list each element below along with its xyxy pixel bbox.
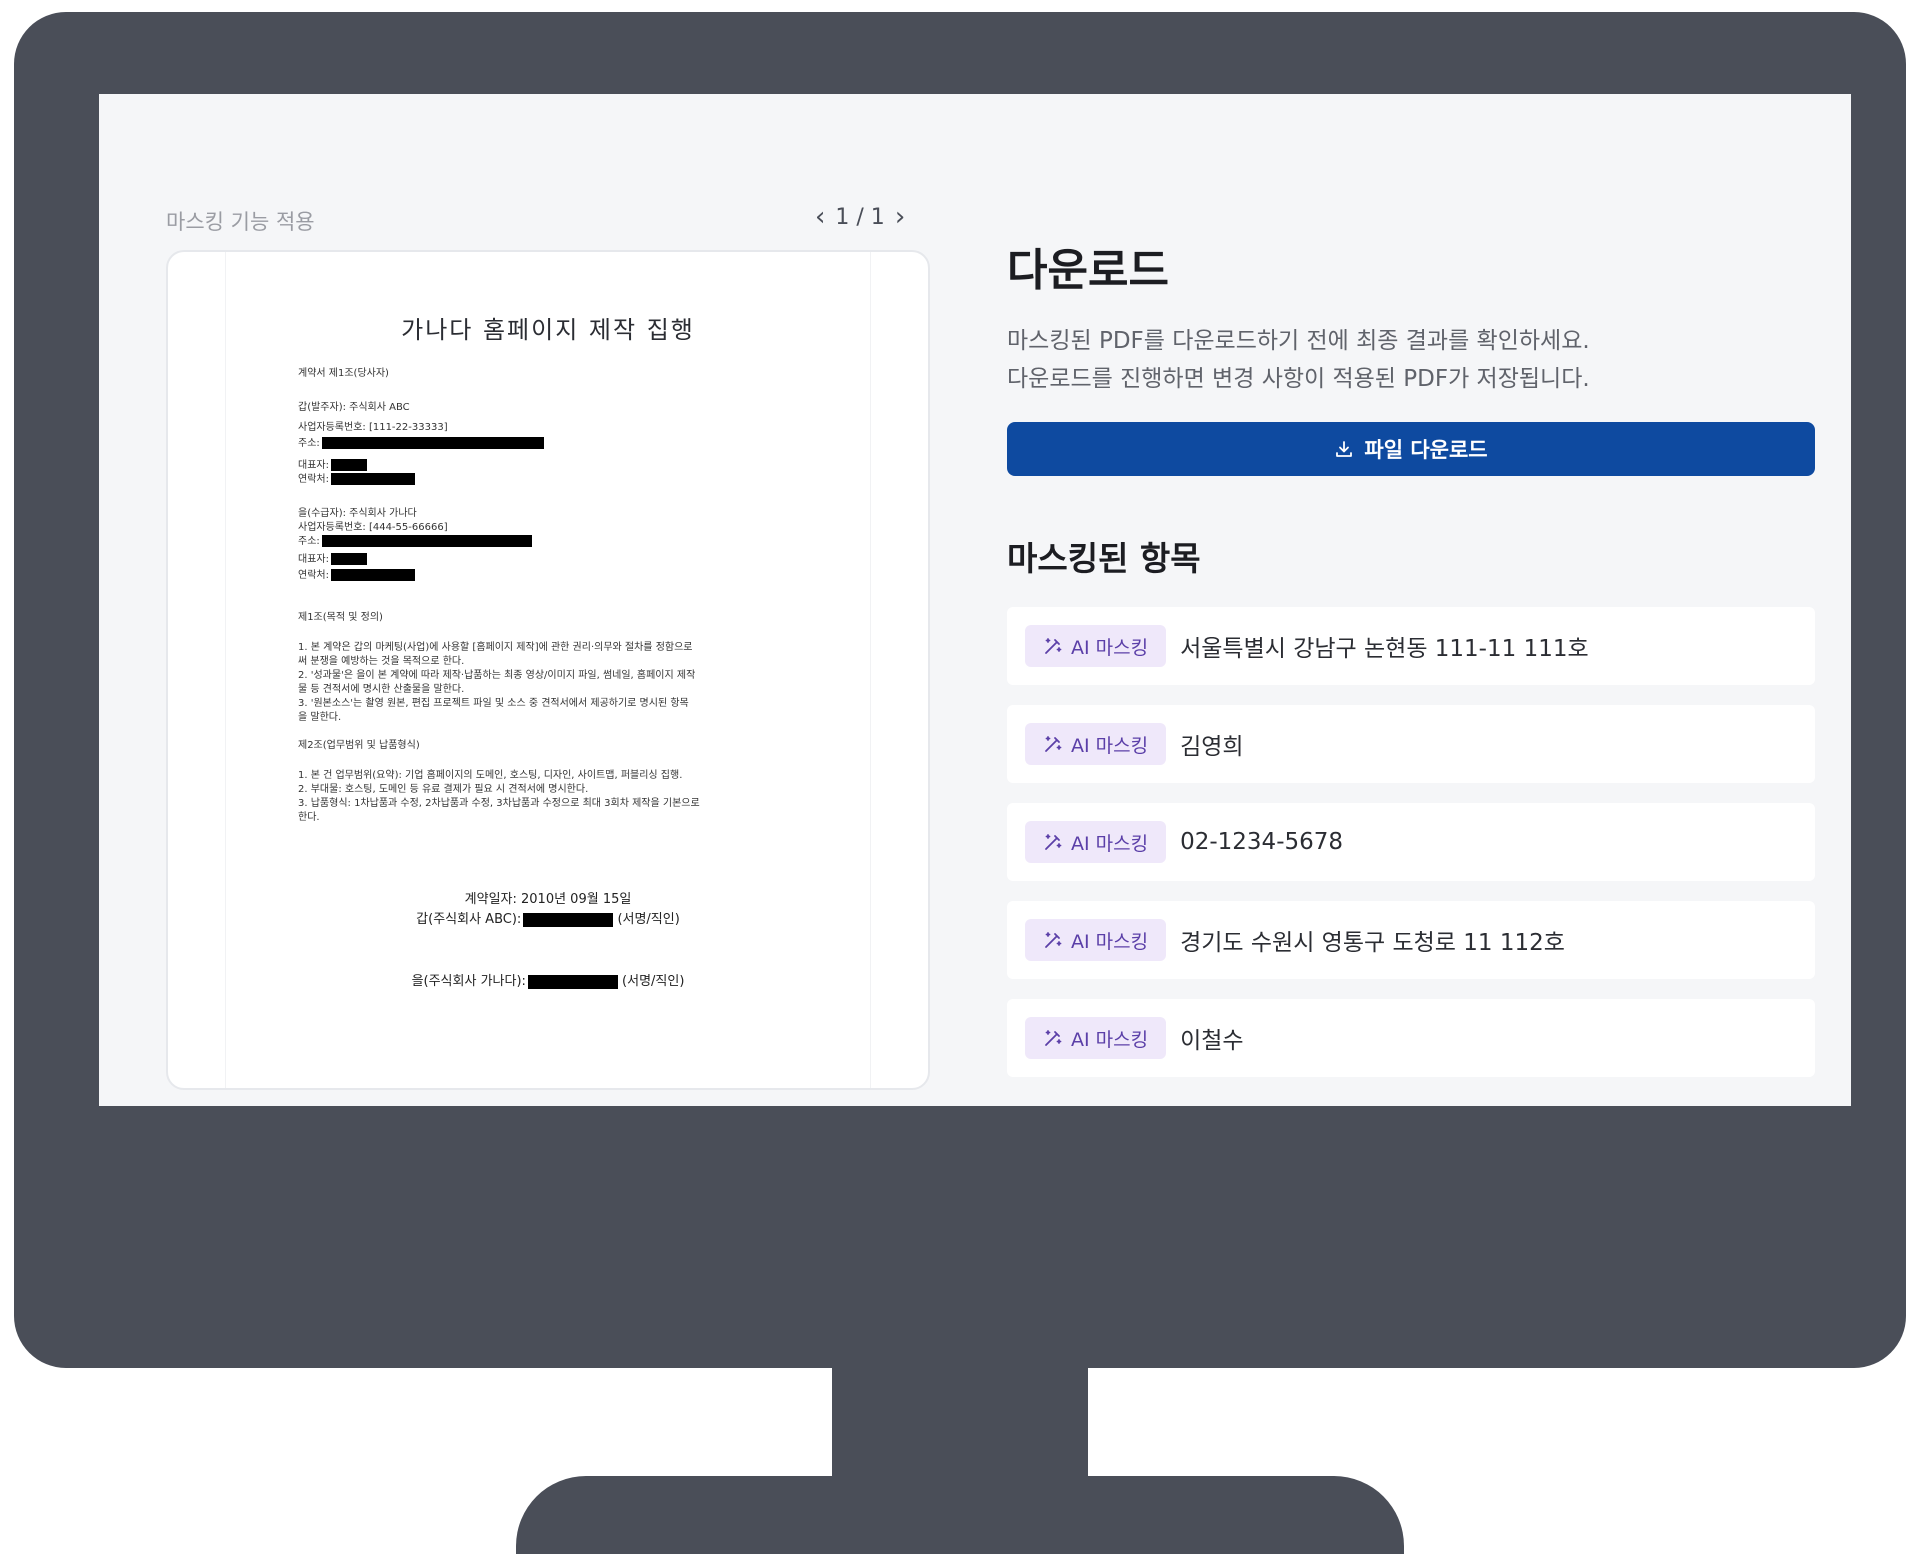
description-line: 마스킹된 PDF를 다운로드하기 전에 최종 결과를 확인하세요. [1007, 328, 1590, 354]
doc-line: 물 등 견적서에 명시한 산출물을 말한다. [298, 684, 465, 695]
masked-item[interactable]: AI 마스킹 경기도 수원시 영통구 도청로 11 112호 [1007, 901, 1815, 979]
doc-line: 을(수급자): 주식회사 가나다 [298, 508, 417, 519]
redaction-block [321, 437, 544, 449]
ai-masking-badge: AI 마스킹 [1025, 821, 1167, 863]
file-download-label: 파일 다운로드 [1364, 438, 1488, 462]
redaction-block [330, 569, 415, 581]
doc-line: 2. 부대물: 호스팅, 도메인 등 유료 결제가 필요 시 견적서에 명시한다… [298, 784, 589, 795]
page-indicator: 1 / 1 [835, 204, 885, 230]
doc-line: 대표자: [298, 456, 367, 471]
doc-line: 써 분쟁을 예방하는 것을 목적으로 한다. [298, 656, 465, 667]
signature-line-b: 을(주식회사 가나다): (서명/직인) [226, 970, 870, 989]
badge-label: AI 마스킹 [1071, 636, 1149, 659]
magic-wand-icon [1045, 1030, 1062, 1046]
doc-line: 2. '성과물'은 을이 본 계약에 따라 제작·납품하는 최종 영상/이미지 … [298, 670, 696, 681]
doc-line-text: 연락처: [298, 474, 329, 485]
redaction-block [330, 473, 415, 485]
document-title: 가나다 홈페이지 제작 집행 [401, 316, 695, 344]
document-preview[interactable]: 가나다 홈페이지 제작 집행 계약서 제1조(당사자) 갑(발주자): 주식회사… [166, 250, 930, 1090]
page-navigator: ‹ 1 / 1 › [811, 204, 909, 230]
masked-item[interactable]: AI 마스킹 02-1234-5678 [1007, 803, 1815, 881]
redaction-block [523, 912, 614, 927]
monitor-frame: 마스킹 기능 적용 ‹ 1 / 1 › 가나다 홈페이지 제작 집행 계약서 제… [14, 12, 1906, 1368]
redaction-block [321, 535, 532, 547]
magic-wand-icon [1045, 736, 1062, 752]
doc-line-text: 주소: [298, 536, 320, 547]
doc-line: 주소: [298, 434, 544, 449]
doc-line: 연락처: [298, 566, 415, 581]
contract-date: 계약일자: 2010년 09월 15일 [464, 892, 632, 907]
badge-label: AI 마스킹 [1071, 930, 1149, 953]
doc-line: 을 말한다. [298, 712, 342, 723]
doc-line: 1. 본 건 업무범위(요약): 기업 홈페이지의 도메인, 호스팅, 디자인,… [298, 770, 683, 781]
badge-label: AI 마스킹 [1071, 1028, 1149, 1051]
doc-line: 대표자: [298, 550, 367, 565]
signature-line-a: 갑(주식회사 ABC): (서명/직인) [226, 908, 870, 927]
masked-items-title: 마스킹된 항목 [1007, 539, 1201, 578]
magic-wand-icon [1045, 638, 1062, 654]
download-description: 마스킹된 PDF를 다운로드하기 전에 최종 결과를 확인하세요. 다운로드를 … [1007, 322, 1590, 398]
ai-masking-badge: AI 마스킹 [1025, 723, 1167, 765]
masked-item[interactable]: AI 마스킹 서울특별시 강남구 논현동 111-11 111호 [1007, 607, 1815, 685]
doc-line: 갑(발주자): 주식회사 ABC [298, 402, 410, 413]
masked-item[interactable]: AI 마스킹 김영희 [1007, 705, 1815, 783]
masked-value: 김영희 [1180, 734, 1244, 760]
masked-items-list: AI 마스킹 서울특별시 강남구 논현동 111-11 111호 AI 마스킹 … [1007, 607, 1815, 1097]
magic-wand-icon [1045, 932, 1062, 948]
doc-line-text: 대표자: [298, 554, 329, 565]
doc-line: 사업자등록번호: [111-22-33333] [298, 422, 448, 433]
monitor-neck [832, 1366, 1088, 1478]
doc-line: 사업자등록번호: [444-55-66666] [298, 522, 448, 533]
ai-masking-badge: AI 마스킹 [1025, 1017, 1167, 1059]
signature-a-suffix: (서명/직인) [617, 912, 680, 927]
document-page: 가나다 홈페이지 제작 집행 계약서 제1조(당사자) 갑(발주자): 주식회사… [226, 252, 870, 1088]
redaction-block [330, 553, 367, 565]
ai-masking-badge: AI 마스킹 [1025, 625, 1167, 667]
doc-line: 한다. [298, 812, 320, 823]
doc-line: 주소: [298, 532, 532, 547]
next-page-button[interactable]: › [891, 204, 909, 230]
masked-value: 02-1234-5678 [1180, 829, 1344, 855]
signature-b-label: 을(주식회사 가나다): [411, 974, 526, 989]
doc-line: 제2조(업무범위 및 납품형식) [298, 740, 420, 751]
ai-masking-badge: AI 마스킹 [1025, 919, 1167, 961]
signature-b-suffix: (서명/직인) [622, 974, 685, 989]
doc-line: 3. '원본소스'는 촬영 원본, 편집 프로젝트 파일 및 소스 중 견적서에… [298, 698, 689, 709]
monitor-base [516, 1476, 1404, 1554]
prev-page-button[interactable]: ‹ [811, 204, 829, 230]
masked-value: 이철수 [1180, 1028, 1244, 1054]
masked-value: 서울특별시 강남구 논현동 111-11 111호 [1180, 636, 1589, 662]
description-line: 다운로드를 진행하면 변경 사항이 적용된 PDF가 저장됩니다. [1007, 366, 1590, 392]
doc-line-text: 주소: [298, 438, 320, 449]
redaction-block [527, 974, 618, 989]
doc-line-text: 연락처: [298, 570, 329, 581]
masked-value: 경기도 수원시 영통구 도청로 11 112호 [1180, 930, 1565, 956]
doc-line: 연락처: [298, 470, 415, 485]
badge-label: AI 마스킹 [1071, 832, 1149, 855]
doc-line: 계약서 제1조(당사자) [298, 368, 389, 379]
download-icon [1336, 441, 1353, 457]
badge-label: AI 마스킹 [1071, 734, 1149, 757]
magic-wand-icon [1045, 834, 1062, 850]
screen: 마스킹 기능 적용 ‹ 1 / 1 › 가나다 홈페이지 제작 집행 계약서 제… [99, 94, 1851, 1106]
masked-item[interactable]: AI 마스킹 이철수 [1007, 999, 1815, 1077]
doc-line: 제1조(목적 및 정의) [298, 612, 383, 623]
signature-a-label: 갑(주식회사 ABC): [416, 912, 522, 927]
preview-label: 마스킹 기능 적용 [166, 210, 315, 234]
doc-line: 1. 본 계약은 갑의 마케팅(사업)에 사용할 [홈페이지 제작]에 관한 권… [298, 642, 693, 653]
doc-line: 3. 납품형식: 1차납품과 수정, 2차납품과 수정, 3차납품과 수정으로 … [298, 798, 700, 809]
download-title: 다운로드 [1007, 245, 1169, 296]
file-download-button[interactable]: 파일 다운로드 [1007, 422, 1815, 476]
